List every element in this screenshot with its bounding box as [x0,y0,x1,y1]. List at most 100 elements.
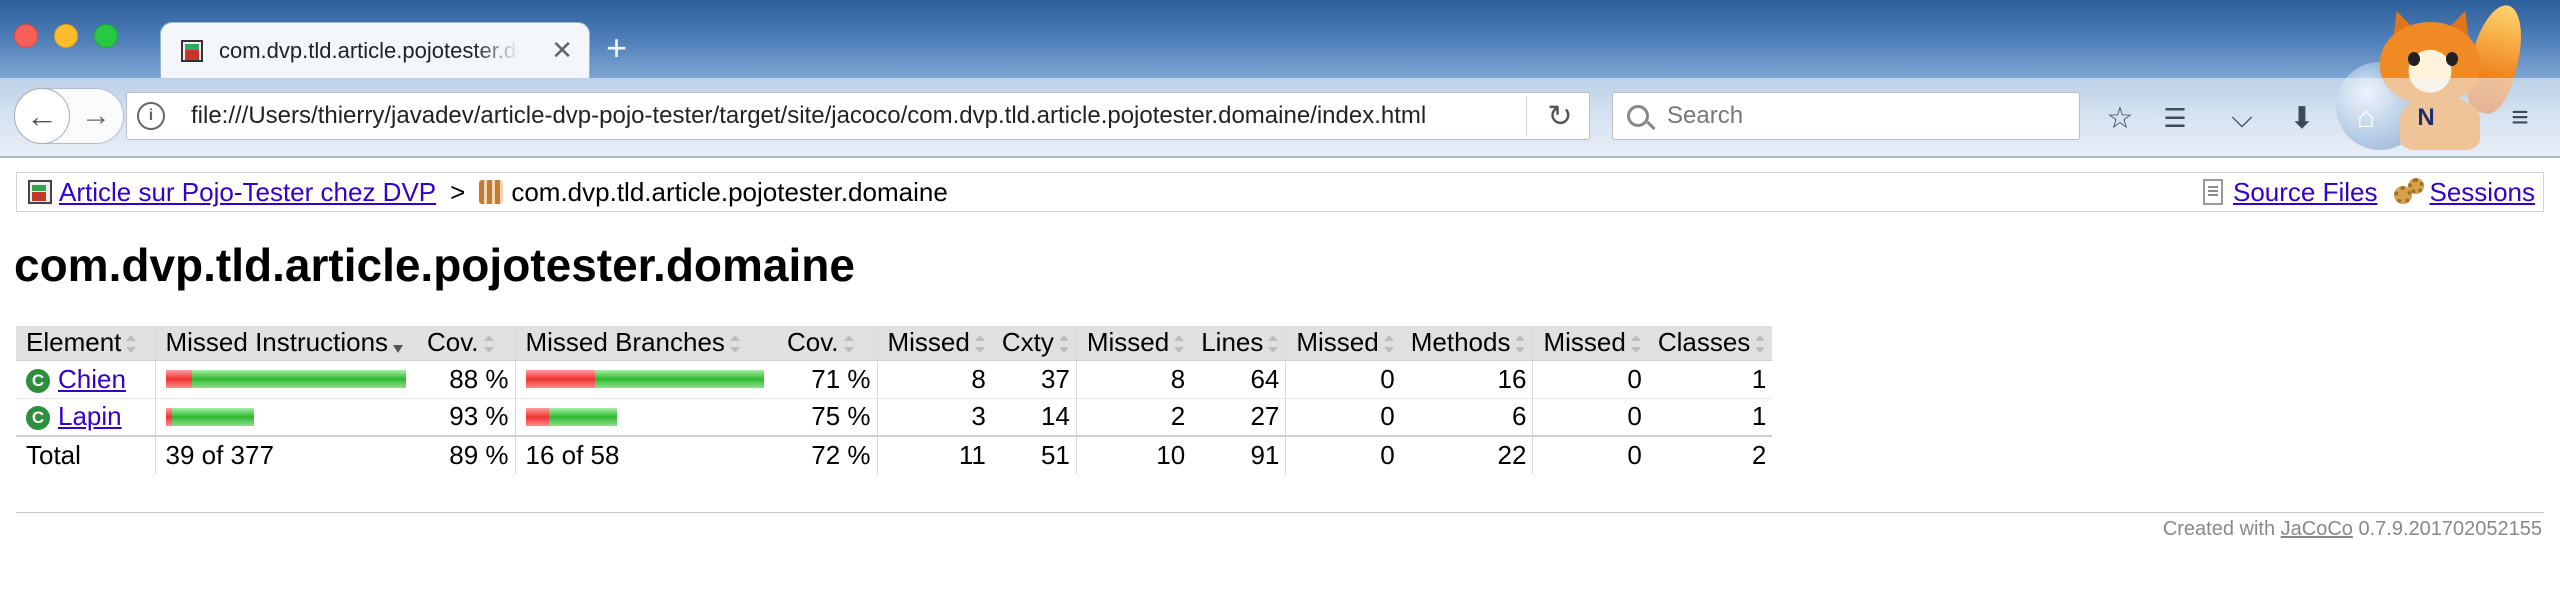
total-instructions-cov: 89 % [417,435,516,474]
search-icon [1627,105,1649,127]
total-branches: 16 of 58 [515,435,777,474]
home-icon[interactable]: ⌂ [2346,98,2386,138]
element-cell: C Chien [16,360,156,399]
table-row: C Chien 88 % 71 % 8 37 8 64 0 16 0 1 [16,360,1773,399]
table-total-row: Total 39 of 377 89 % 16 of 58 72 % 11 51… [16,435,1773,474]
branches-missed-bar [525,370,595,388]
element-link-chien[interactable]: Chien [58,364,126,394]
missed-cxty-cell: 8 [877,360,992,399]
branches-covered-bar [548,407,617,426]
sessions-link[interactable]: Sessions [2430,177,2536,208]
total-label: Total [16,435,156,474]
methods-cell: 16 [1400,360,1534,399]
forward-button[interactable]: → [78,98,114,134]
jacoco-link[interactable]: JaCoCo [2281,518,2353,540]
tab-close-icon[interactable]: ✕ [551,37,573,63]
reading-list-icon[interactable]: ☰ [2155,98,2195,138]
header-methods[interactable]: Methods [1400,326,1534,361]
bookmark-star-icon[interactable]: ☆ [2100,98,2140,138]
missed-lines-cell: 8 [1076,360,1192,399]
reload-button[interactable]: ↻ [1540,96,1580,136]
instructions-coverage-bar [165,370,412,388]
total-lines: 91 [1191,435,1287,474]
sort-icon [483,335,495,354]
table-header-row: Element Missed Instructions Cov. Missed … [16,326,1773,361]
sort-icon [1514,335,1526,354]
search-bar[interactable] [1612,92,2080,140]
header-missed-lines[interactable]: Missed [1076,326,1192,361]
source-files-icon [2203,179,2223,205]
breadcrumb-root-link[interactable]: Article sur Pojo-Tester chez DVP [59,177,436,208]
header-missed-methods[interactable]: Missed [1285,326,1401,361]
new-tab-button[interactable]: + [606,30,627,66]
header-missed-cxty[interactable]: Missed [877,326,992,361]
sort-desc-icon [392,335,404,354]
sort-icon [1267,335,1279,354]
footer-divider [16,512,2544,513]
instructions-bar-cell [155,360,417,399]
instructions-covered-bar [171,407,254,426]
header-missed-classes[interactable]: Missed [1532,326,1648,361]
total-methods: 22 [1400,435,1534,474]
coverage-table: Element Missed Instructions Cov. Missed … [16,326,1773,474]
missed-lines-cell: 2 [1076,398,1192,437]
search-input[interactable] [1667,102,2047,130]
footer: Created with JaCoCo 0.7.9.201702052155 [2163,518,2542,541]
close-window-button[interactable] [14,24,38,48]
sort-icon [843,335,855,354]
header-classes[interactable]: Classes [1647,326,1773,361]
package-icon [479,180,504,204]
header-lines[interactable]: Lines [1191,326,1287,361]
browser-tab[interactable]: com.dvp.tld.article.pojotester.domaine ✕ [160,22,590,78]
sort-icon [974,335,986,354]
menu-icon[interactable]: ≡ [2500,98,2540,138]
zoom-window-button[interactable] [94,24,118,48]
header-missed-instructions[interactable]: Missed Instructions [155,326,417,361]
url-text[interactable]: file:///Users/thierry/javadev/article-dv… [191,102,1531,130]
missed-cxty-cell: 3 [877,398,992,437]
sort-icon [1754,335,1766,354]
branches-bar-cell [515,360,777,399]
header-missed-branches[interactable]: Missed Branches [515,326,777,361]
total-cxty: 51 [991,435,1077,474]
breadcrumb-separator: > [450,176,466,207]
element-link-lapin[interactable]: Lapin [58,401,122,431]
breadcrumb: Article sur Pojo-Tester chez DVP > com.d… [16,172,2544,212]
header-instructions-cov[interactable]: Cov. [417,326,516,361]
instructions-missed-bar [165,370,192,388]
total-missed-classes: 0 [1532,435,1648,474]
classes-cell: 1 [1647,398,1773,437]
source-files-link[interactable]: Source Files [2233,177,2378,208]
notes-icon[interactable]: N [2406,98,2446,138]
minimize-window-button[interactable] [54,24,78,48]
tab-title: com.dvp.tld.article.pojotester.domaine [219,37,519,63]
sort-icon [1383,335,1395,354]
sessions-icon [2393,178,2424,206]
reload-icon: ↻ [1547,99,1573,133]
total-missed-methods: 0 [1285,435,1401,474]
info-icon[interactable]: i [137,102,165,130]
sort-icon [729,335,741,354]
download-icon[interactable]: ⬇ [2282,98,2322,138]
url-bar[interactable]: i file:///Users/thierry/javadev/article-… [126,92,1590,140]
footer-prefix: Created with [2162,518,2276,540]
instructions-covered-bar [191,370,406,388]
total-classes: 2 [1647,435,1773,474]
instructions-cov-cell: 93 % [417,398,516,437]
missed-classes-cell: 0 [1532,360,1648,399]
sort-icon [1058,335,1070,354]
back-icon: ← [26,97,58,134]
header-element[interactable]: Element [16,326,156,361]
branches-cov-cell: 71 % [777,360,878,399]
table-row: C Lapin 93 % 75 % 3 14 2 27 0 6 0 1 [16,398,1773,437]
footer-version: 0.7.9.201702052155 [2358,518,2542,540]
pocket-icon[interactable]: ⌵ [2222,98,2262,138]
cxty-cell: 37 [991,360,1077,399]
methods-cell: 6 [1400,398,1534,437]
report-icon [27,179,53,205]
header-cxty[interactable]: Cxty [991,326,1077,361]
header-branches-cov[interactable]: Cov. [777,326,878,361]
breadcrumb-right-links: Source Files Sessions [2203,173,2535,211]
back-button[interactable]: ← [14,88,70,144]
sort-icon [1173,335,1185,354]
